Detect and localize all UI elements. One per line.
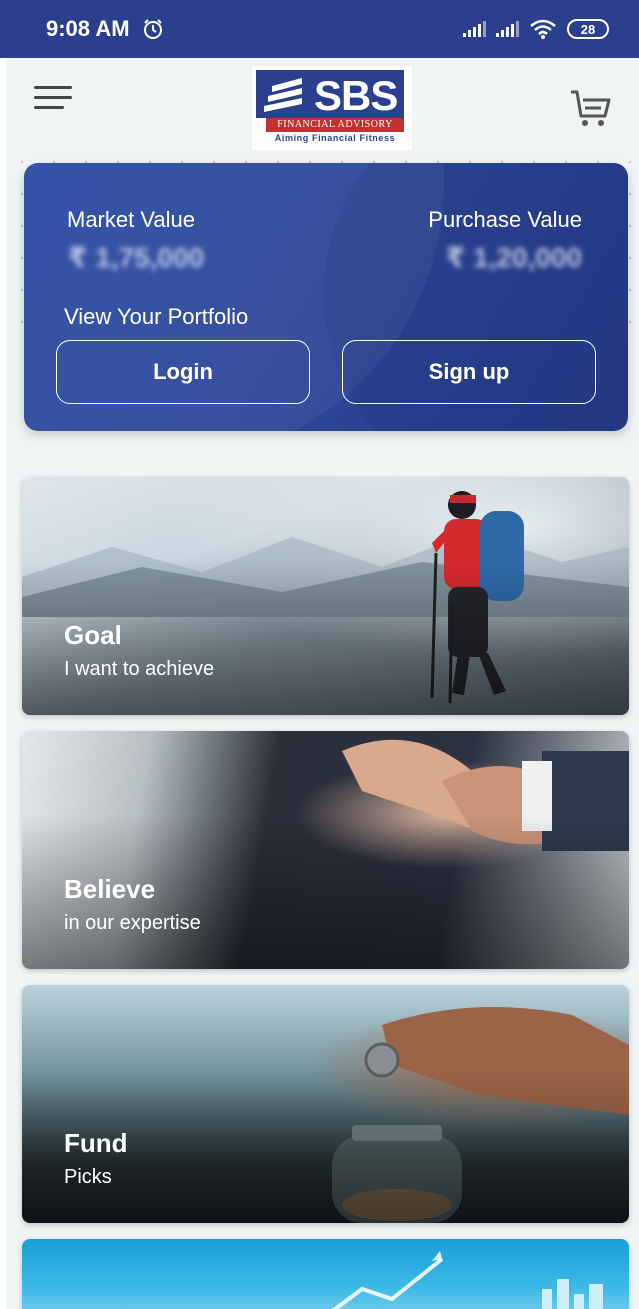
card-subtitle: Picks: [64, 1166, 112, 1188]
card-title: Goal: [64, 620, 122, 650]
logo-stripes-icon: [264, 78, 302, 112]
logo-subtitle: FINANCIAL ADVISORY: [266, 118, 404, 132]
signup-button[interactable]: Sign up: [342, 340, 596, 404]
logo-tagline: Aiming Financial Fitness: [274, 133, 396, 143]
hamburger-icon: [34, 86, 72, 89]
brand-logo: SBS FINANCIAL ADVISORY Aiming Financial …: [252, 66, 412, 150]
fund-card[interactable]: Fund Picks: [22, 985, 629, 1223]
status-right: 28: [463, 18, 609, 40]
status-time: 9:08 AM: [46, 16, 130, 41]
cart-icon[interactable]: [567, 84, 613, 130]
growth-chart-image: [332, 1251, 603, 1309]
card-subtitle: I want to achieve: [64, 658, 215, 680]
menu-button[interactable]: [34, 86, 74, 116]
logo-banner: SBS: [256, 70, 404, 119]
app-header: SBS FINANCIAL ADVISORY Aiming Financial …: [6, 58, 639, 158]
wifi-icon: [530, 19, 556, 39]
portfolio-card: Market Value ₹ 1,75,000 Purchase Value ₹…: [24, 163, 628, 431]
signal-icon: [496, 21, 519, 37]
battery-icon: 28: [567, 19, 609, 39]
signal-icon: [463, 21, 486, 37]
purchase-value-label: Purchase Value: [428, 207, 582, 232]
status-bar: 9:08 AM 28: [0, 0, 639, 58]
status-left: 9:08 AM: [46, 16, 164, 42]
card-subtitle: in our expertise: [64, 912, 201, 934]
market-value-label: Market Value: [67, 207, 195, 232]
card-title: Believe: [64, 874, 156, 904]
login-button[interactable]: Login: [56, 340, 310, 404]
card-title: Fund: [64, 1128, 128, 1158]
alarm-icon: [143, 19, 162, 39]
market-value: ₹ 1,75,000: [68, 242, 205, 273]
purchase-value: ₹ 1,20,000: [445, 242, 582, 273]
believe-card[interactable]: Believe in our expertise: [22, 731, 629, 969]
goal-card[interactable]: Goal I want to achieve: [22, 477, 629, 715]
view-portfolio-text: View Your Portfolio: [64, 304, 249, 329]
battery-level: 28: [580, 21, 596, 37]
logo-text: SBS: [314, 72, 398, 119]
growth-card[interactable]: [22, 1239, 629, 1309]
